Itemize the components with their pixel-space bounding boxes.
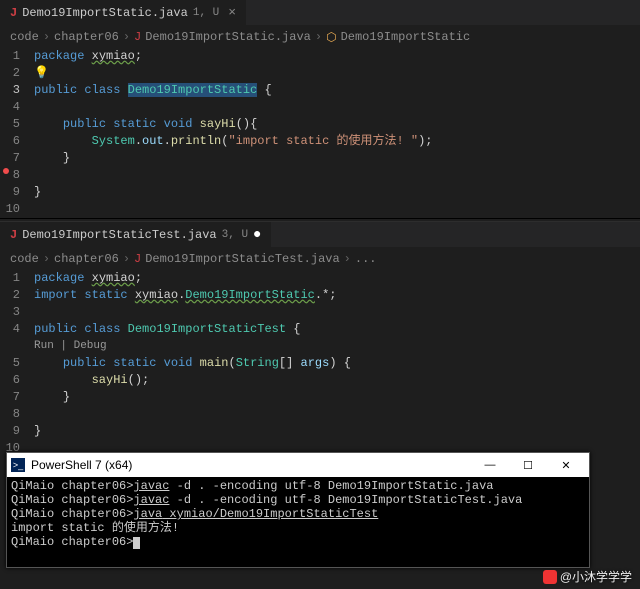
line-number: 1 [0, 270, 20, 287]
class-symbol-icon: ⬡ [326, 30, 336, 45]
breadcrumb-item[interactable]: Demo19ImportStatic [341, 30, 471, 44]
java-file-icon: J [10, 6, 17, 20]
java-file-icon: J [134, 252, 141, 266]
maximize-button[interactable]: ☐ [509, 454, 547, 476]
breadcrumb-item[interactable]: code [10, 30, 39, 44]
java-file-icon: J [134, 30, 141, 44]
code-line [34, 406, 640, 423]
code-line: public static void main(String[] args) { [34, 355, 640, 372]
editor1-tab-bar: J Demo19ImportStatic.java 1, U × [0, 0, 640, 26]
line-number: 6 [0, 372, 20, 389]
watermark: @小沐学学学 [543, 568, 632, 585]
code-line: package xymiao; [34, 48, 640, 65]
powershell-title-text: PowerShell 7 (x64) [31, 458, 132, 472]
watermark-text: @小沐学学学 [560, 568, 632, 585]
tab-filename: Demo19ImportStatic.java [22, 6, 188, 20]
code-line: import static xymiao.Demo19ImportStatic.… [34, 287, 640, 304]
editor2-code[interactable]: package xymiao; import static xymiao.Dem… [34, 270, 640, 457]
powershell-icon: >_ [11, 458, 25, 472]
chevron-right-icon: › [123, 30, 130, 44]
chevron-right-icon: › [123, 252, 130, 266]
codelens-run-debug[interactable]: Run | Debug [34, 338, 640, 355]
line-number: 2 [0, 65, 20, 82]
lightbulb-icon[interactable]: 💡 [34, 65, 640, 82]
line-number: 5 [0, 338, 20, 372]
editor2-tab[interactable]: J Demo19ImportStaticTest.java 3, U ● [0, 222, 272, 247]
chevron-right-icon: › [344, 252, 351, 266]
line-number: 2 [0, 287, 20, 304]
editor2-breadcrumb[interactable]: code › chapter06 › J Demo19ImportStaticT… [0, 248, 640, 270]
line-number: 8 [0, 406, 20, 423]
line-number: 6 [0, 133, 20, 150]
code-line: sayHi(); [34, 372, 640, 389]
editor1-code-area[interactable]: 1 2 3 4 5 6 7 8 9 10 package xymiao; 💡 p… [0, 48, 640, 218]
line-number: 9 [0, 423, 20, 440]
line-number: 9 [0, 184, 20, 201]
editor2-code-area[interactable]: 1 2 3 4 5 6 7 8 9 10 package xymiao; imp… [0, 270, 640, 457]
code-line: } [34, 150, 640, 167]
tab-git-status: 3, U [222, 229, 248, 241]
editor1-breadcrumb[interactable]: code › chapter06 › J Demo19ImportStatic.… [0, 26, 640, 48]
line-number: 7 [0, 389, 20, 406]
breadcrumb-item[interactable]: code [10, 252, 39, 266]
code-line [34, 167, 640, 184]
line-number: 3 [0, 304, 20, 321]
code-line: package xymiao; [34, 270, 640, 287]
breadcrumb-item[interactable]: chapter06 [54, 30, 119, 44]
line-number: 4 [0, 321, 20, 338]
tab-dirty-icon[interactable]: ● [253, 227, 261, 243]
line-number: 7 [0, 150, 20, 167]
editor1-tab[interactable]: J Demo19ImportStatic.java 1, U × [0, 0, 247, 25]
chevron-right-icon: › [43, 252, 50, 266]
code-line [34, 304, 640, 321]
code-line: } [34, 184, 640, 201]
breadcrumb-item[interactable]: chapter06 [54, 252, 119, 266]
minimize-button[interactable]: — [471, 454, 509, 476]
code-line [34, 201, 640, 218]
breadcrumb-item[interactable]: ... [355, 252, 377, 266]
powershell-window[interactable]: >_ PowerShell 7 (x64) — ☐ ✕ QiMaio chapt… [6, 452, 590, 568]
error-marker-icon [3, 168, 9, 174]
line-number: 5 [0, 116, 20, 133]
watermark-icon [543, 570, 557, 584]
tab-filename: Demo19ImportStaticTest.java [22, 228, 216, 242]
tab-git-status: 1, U [193, 7, 219, 19]
powershell-output[interactable]: QiMaio chapter06>javac -d . -encoding ut… [7, 477, 589, 567]
chevron-right-icon: › [315, 30, 322, 44]
code-line: public static void sayHi(){ [34, 116, 640, 133]
powershell-titlebar[interactable]: >_ PowerShell 7 (x64) — ☐ ✕ [7, 453, 589, 477]
breadcrumb-item[interactable]: Demo19ImportStatic.java [145, 30, 311, 44]
code-line [34, 99, 640, 116]
tab-close-icon[interactable]: × [228, 5, 236, 20]
code-line: } [34, 389, 640, 406]
terminal-cursor [133, 537, 140, 549]
line-number: 3 [0, 82, 20, 99]
java-file-icon: J [10, 228, 17, 242]
editor2-gutter: 1 2 3 4 5 6 7 8 9 10 [0, 270, 34, 457]
line-number: 4 [0, 99, 20, 116]
close-button[interactable]: ✕ [547, 454, 585, 476]
line-number: 1 [0, 48, 20, 65]
chevron-right-icon: › [43, 30, 50, 44]
code-line: } [34, 423, 640, 440]
code-line: System.out.println("import static 的使用方法!… [34, 133, 640, 150]
code-line: public class Demo19ImportStatic { [34, 82, 640, 99]
code-line: public class Demo19ImportStaticTest { [34, 321, 640, 338]
editor2-tab-bar: J Demo19ImportStaticTest.java 3, U ● [0, 222, 640, 248]
breadcrumb-item[interactable]: Demo19ImportStaticTest.java [145, 252, 339, 266]
editor1-gutter: 1 2 3 4 5 6 7 8 9 10 [0, 48, 34, 218]
editor1-code[interactable]: package xymiao; 💡 public class Demo19Imp… [34, 48, 640, 218]
line-number: 10 [0, 201, 20, 218]
